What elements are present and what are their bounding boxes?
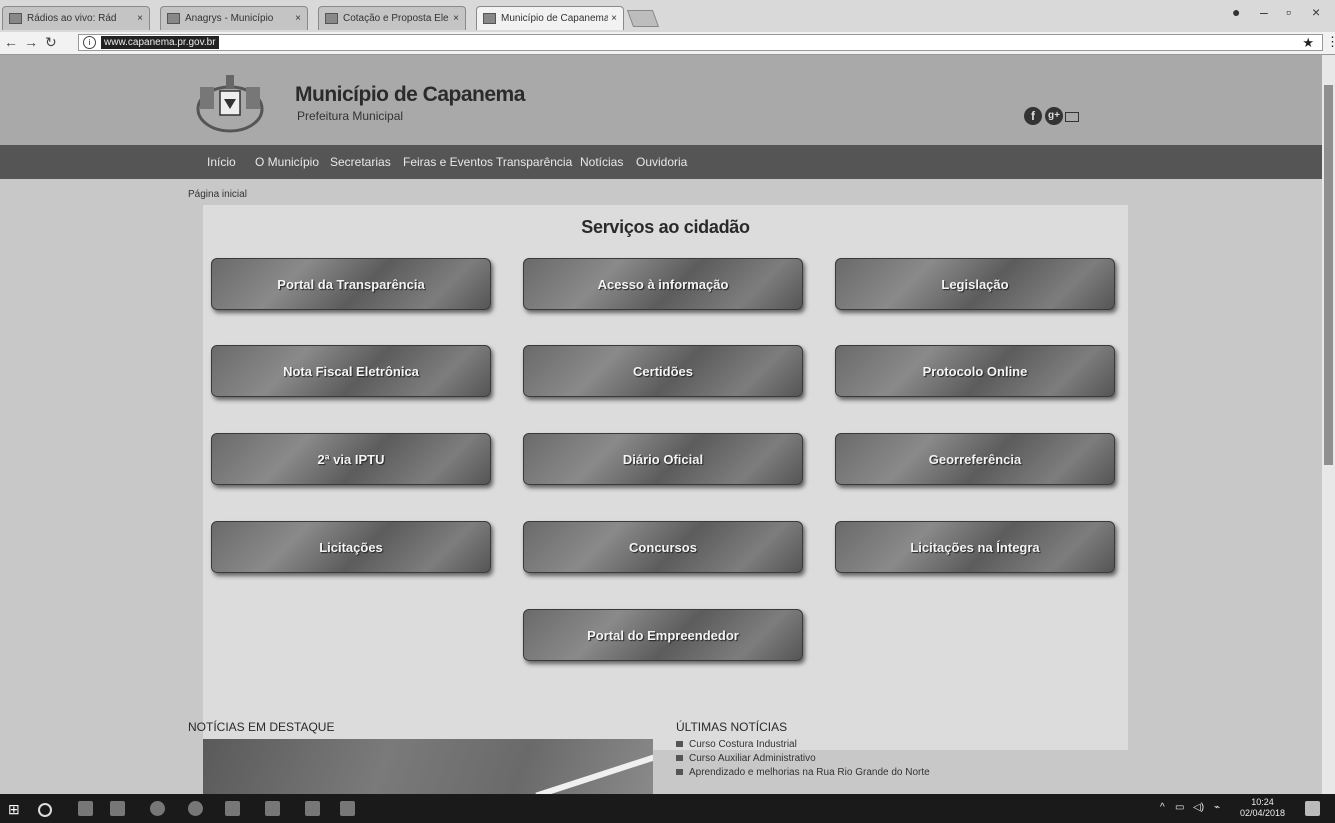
network-icon[interactable]: ▭ (1175, 802, 1184, 813)
radio-favicon-icon (9, 13, 22, 24)
maximize-icon[interactable]: ▫ (1286, 4, 1291, 20)
services-panel: Serviços ao cidadão Portal da Transparên… (203, 205, 1128, 750)
breadcrumb[interactable]: Página inicial (188, 189, 247, 200)
nav-item-noticias[interactable]: Notícias (580, 155, 623, 169)
services-title: Serviços ao cidadão (581, 217, 750, 237)
main-nav: Início O Município Secretarias Feiras e … (0, 145, 1322, 179)
close-icon[interactable]: × (611, 13, 617, 24)
acesso-informacao-button[interactable]: Acesso à informação (523, 258, 803, 310)
news-link[interactable]: Curso Auxiliar Administrativo (689, 753, 816, 764)
bookmark-star-icon[interactable]: ★ (1302, 35, 1314, 51)
new-tab-button[interactable] (626, 10, 660, 27)
address-bar: ← → ↻ i www.capanema.pr.gov.br ★ (0, 32, 1335, 55)
site-favicon-icon (167, 13, 180, 24)
browser-menu-icon[interactable]: ⋮ (1326, 34, 1335, 50)
bullet-icon (676, 769, 683, 775)
clock-date: 02/04/2018 (1240, 808, 1286, 818)
web-page: Município de Capanema Prefeitura Municip… (0, 55, 1322, 794)
url-text[interactable]: www.capanema.pr.gov.br (101, 36, 219, 49)
firefox-icon[interactable] (150, 801, 165, 816)
segunda-via-iptu-button[interactable]: 2ª via IPTU (211, 433, 491, 485)
browser-tab-active[interactable]: Município de Capanema × (476, 6, 624, 30)
concursos-button[interactable]: Concursos (523, 521, 803, 573)
volume-icon[interactable]: ◁) (1193, 802, 1204, 813)
certidoes-button[interactable]: Certidões (523, 345, 803, 397)
task-view-icon[interactable] (78, 801, 93, 816)
nav-item-inicio[interactable]: Início (207, 155, 236, 169)
legislacao-button[interactable]: Legislação (835, 258, 1115, 310)
latest-news-list: Curso Costura Industrial Curso Auxiliar … (676, 738, 930, 780)
google-plus-icon[interactable]: g+ (1045, 107, 1063, 125)
browser-tab[interactable]: Rádios ao vivo: Rád × (2, 6, 150, 30)
licitacoes-integra-button[interactable]: Licitações na Íntegra (835, 521, 1115, 573)
portal-empreendedor-button[interactable]: Portal do Empreendedor (523, 609, 803, 661)
latest-news-heading: ÚLTIMAS NOTÍCIAS (676, 720, 788, 734)
close-icon[interactable]: × (295, 13, 301, 24)
bullet-icon (676, 741, 683, 747)
featured-news-heading: NOTÍCIAS EM DESTAQUE (188, 720, 335, 734)
chrome-icon[interactable] (188, 801, 203, 816)
info-icon[interactable]: i (83, 36, 96, 49)
language-icon[interactable]: ⌁ (1214, 802, 1220, 813)
windows-start-icon[interactable]: ⊞ (8, 802, 22, 816)
nav-item-secretarias[interactable]: Secretarias (330, 155, 391, 169)
browser-tab-bar: Rádios ao vivo: Rád × Anagrys - Municípi… (0, 0, 1335, 32)
excel-icon[interactable] (305, 801, 320, 816)
site-subtitle: Prefeitura Municipal (297, 109, 404, 123)
clock-time: 10:24 (1251, 797, 1274, 807)
search-icon[interactable] (38, 803, 52, 817)
site-title[interactable]: Município de Capanema (295, 83, 525, 107)
tray-chevron-icon[interactable]: ^ (1160, 802, 1165, 813)
licitacoes-button[interactable]: Licitações (211, 521, 491, 573)
georreferencia-button[interactable]: Georreferência (835, 433, 1115, 485)
coat-of-arms-icon (196, 75, 264, 133)
taskbar-clock[interactable]: 10:24 02/04/2018 (1240, 797, 1285, 819)
tab-label: Cotação e Proposta Ele (343, 13, 449, 24)
back-icon[interactable]: ← (4, 34, 18, 50)
word-icon[interactable] (225, 801, 240, 816)
diario-oficial-button[interactable]: Diário Oficial (523, 433, 803, 485)
file-explorer-icon[interactable] (110, 801, 125, 816)
app-icon[interactable] (340, 801, 355, 816)
nav-item-ouvidoria[interactable]: Ouvidoria (636, 155, 687, 169)
browser-tab[interactable]: Cotação e Proposta Ele × (318, 6, 466, 30)
list-item[interactable]: Curso Auxiliar Administrativo (676, 752, 930, 766)
outlook-icon[interactable] (265, 801, 280, 816)
mail-icon[interactable] (1065, 112, 1079, 122)
account-icon[interactable]: ● (1232, 4, 1240, 20)
close-icon[interactable]: × (137, 13, 143, 24)
site-header: Município de Capanema Prefeitura Municip… (0, 55, 1322, 145)
reload-icon[interactable]: ↻ (45, 34, 57, 51)
window-close-icon[interactable]: × (1312, 4, 1320, 20)
notifications-icon[interactable] (1305, 801, 1320, 816)
list-item[interactable]: Aprendizado e melhorias na Rua Rio Grand… (676, 766, 930, 780)
site-favicon-icon (325, 13, 338, 24)
site-favicon-icon (483, 13, 496, 24)
tab-label: Rádios ao vivo: Rád (27, 13, 117, 24)
forward-icon[interactable]: → (24, 34, 38, 50)
url-field[interactable]: i www.capanema.pr.gov.br ★ (78, 34, 1323, 51)
portal-transparencia-button[interactable]: Portal da Transparência (211, 258, 491, 310)
nav-item-o-municipio[interactable]: O Município (255, 155, 319, 169)
close-icon[interactable]: × (453, 13, 459, 24)
list-item[interactable]: Curso Costura Industrial (676, 738, 930, 752)
news-link[interactable]: Curso Costura Industrial (689, 739, 797, 750)
browser-tab[interactable]: Anagrys - Município × (160, 6, 308, 30)
facebook-icon[interactable]: f (1024, 107, 1042, 125)
bullet-icon (676, 755, 683, 761)
taskbar: ⊞ ^ ▭ ◁) ⌁ 10:24 02/04/2018 (0, 794, 1335, 823)
minimize-icon[interactable]: – (1260, 4, 1268, 20)
nav-item-feiras-eventos[interactable]: Feiras e Eventos (403, 155, 493, 169)
tab-label: Anagrys - Município (185, 13, 274, 24)
page-scrollbar[interactable] (1322, 55, 1335, 794)
news-link[interactable]: Aprendizado e melhorias na Rua Rio Grand… (689, 767, 930, 778)
nav-item-transparencia[interactable]: Transparência (496, 155, 572, 169)
featured-news-image[interactable] (203, 739, 653, 794)
tab-label: Município de Capanema (501, 13, 609, 24)
protocolo-online-button[interactable]: Protocolo Online (835, 345, 1115, 397)
nota-fiscal-button[interactable]: Nota Fiscal Eletrônica (211, 345, 491, 397)
scrollbar-thumb[interactable] (1324, 85, 1333, 465)
